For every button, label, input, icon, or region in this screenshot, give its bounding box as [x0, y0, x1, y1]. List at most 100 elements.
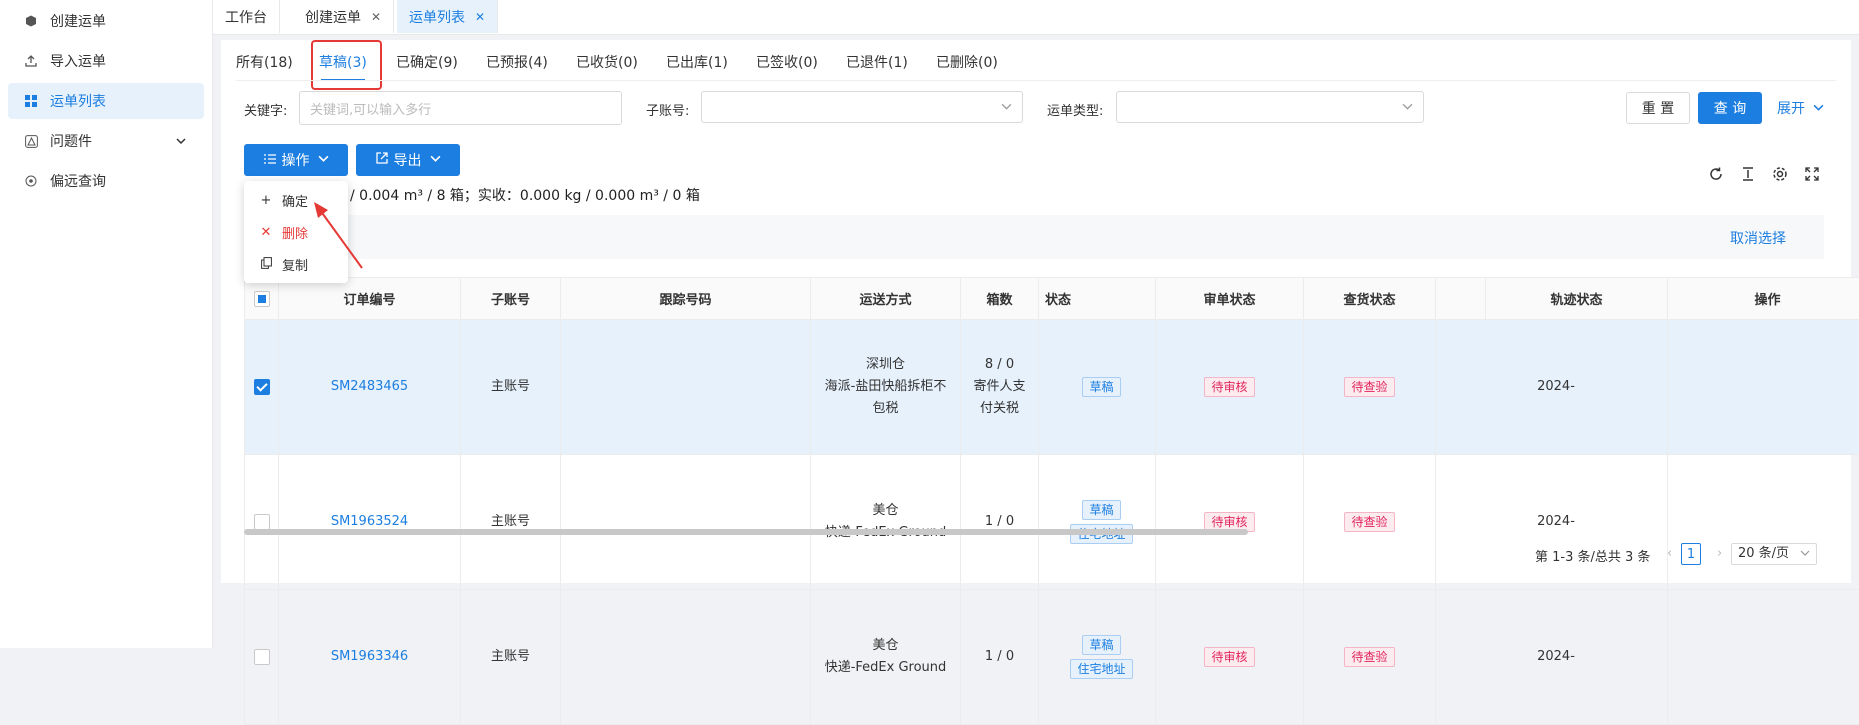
select-all-checkbox[interactable]: [254, 291, 270, 307]
order-no-cell: SM1963346: [279, 590, 461, 725]
status-tab-signed[interactable]: 已签收(0): [756, 52, 818, 72]
sidebar-item-label: 运单列表: [50, 91, 106, 111]
next-page-icon[interactable]: ›: [1717, 546, 1722, 561]
divider: [236, 80, 1836, 81]
sidebar-item-create-waybill[interactable]: 创建运单: [8, 3, 204, 39]
subaccount-select[interactable]: [701, 91, 1023, 123]
order-no-link[interactable]: SM1963346: [331, 649, 408, 664]
status-tab-deleted[interactable]: 已删除(0): [936, 52, 998, 72]
table-row[interactable]: SM1963346 主账号 美仓 快递-FedEx Ground 1 / 0 草…: [245, 590, 1859, 725]
row-checkbox[interactable]: [254, 379, 270, 395]
column-height-icon[interactable]: [1739, 165, 1757, 183]
inspect-status-badge: 待查验: [1344, 377, 1394, 397]
keyword-input[interactable]: 关键词,可以输入多行: [299, 91, 622, 125]
chevron-down-icon: [318, 152, 329, 168]
row-checkbox[interactable]: [254, 514, 270, 530]
status-badge: 草稿: [1082, 377, 1120, 397]
row-select-cell[interactable]: [245, 320, 279, 455]
operate-button[interactable]: 操作: [244, 144, 348, 176]
table-header-row: 订单编号 子账号 跟踪号码 运送方式 箱数 状态 审单状态 查货状态 轨迹状态 …: [245, 278, 1859, 320]
page-size-value: 20 条/页: [1738, 546, 1789, 561]
sidebar-item-label: 创建运单: [50, 11, 106, 31]
tab-create-waybill[interactable]: 创建运单 ✕: [293, 0, 394, 33]
fullscreen-icon[interactable]: [1803, 165, 1821, 183]
list-icon: [24, 94, 38, 108]
column-header[interactable]: 运送方式: [811, 278, 961, 320]
column-header[interactable]: 轨迹状态: [1486, 278, 1668, 320]
order-no-link[interactable]: SM1963524: [331, 514, 408, 529]
chevron-down-icon: [1813, 101, 1824, 117]
sidebar-item-import-waybill[interactable]: 导入运单: [8, 43, 204, 79]
column-header[interactable]: 查货状态: [1304, 278, 1436, 320]
column-header[interactable]: 状态: [1039, 278, 1156, 320]
tracking-no-cell: [561, 590, 811, 725]
select-all-cell[interactable]: [245, 278, 279, 320]
shipping-line: 快递-FedEx Ground: [812, 657, 959, 679]
prev-page-icon[interactable]: ‹: [1667, 546, 1672, 561]
review-status-cell: 待审核: [1156, 590, 1304, 725]
order-no-cell: SM1963524: [279, 455, 461, 590]
page-size-select[interactable]: 20 条/页: [1731, 543, 1817, 565]
column-header: [1436, 278, 1486, 320]
refresh-icon[interactable]: [1707, 165, 1725, 183]
sidebar-item-problem-parcel[interactable]: 问题件: [8, 123, 204, 159]
expand-link[interactable]: 展开: [1777, 98, 1824, 118]
horizontal-scrollbar[interactable]: [244, 529, 1248, 535]
track-status-cell: [1668, 590, 1859, 725]
table-row[interactable]: SM2483465 主账号 深圳仓 海派-盐田快船拆柜不 包税 8 / 0 寄件…: [245, 320, 1859, 455]
column-header[interactable]: 子账号: [461, 278, 561, 320]
date-cell: 2024-: [1436, 590, 1668, 725]
status-tab-forecast[interactable]: 已预报(4): [486, 52, 548, 72]
close-icon[interactable]: ✕: [475, 10, 485, 24]
operate-label: 操作: [282, 150, 310, 170]
column-header[interactable]: 箱数: [961, 278, 1039, 320]
chevron-down-icon: [176, 134, 186, 150]
row-select-cell[interactable]: [245, 590, 279, 725]
reset-button[interactable]: 重 置: [1626, 92, 1690, 124]
status-tab-all[interactable]: 所有(18): [236, 52, 293, 72]
order-no-cell: SM2483465: [279, 320, 461, 455]
tab-label: 运单列表: [409, 7, 465, 27]
row-checkbox[interactable]: [254, 649, 270, 665]
inspect-status-cell: 待查验: [1304, 590, 1436, 725]
waybill-type-select[interactable]: [1116, 91, 1424, 123]
tracking-no-cell: [561, 320, 811, 455]
settings-icon[interactable]: [1771, 165, 1789, 183]
page-number[interactable]: 1: [1681, 543, 1701, 565]
column-header[interactable]: 审单状态: [1156, 278, 1304, 320]
inspect-status-cell: 待查验: [1304, 455, 1436, 590]
shipping-method-cell: 美仓 快递-FedEx Ground: [811, 455, 961, 590]
row-select-cell[interactable]: [245, 455, 279, 590]
tab-waybill-list[interactable]: 运单列表 ✕: [397, 0, 498, 33]
close-icon[interactable]: ✕: [371, 10, 381, 24]
boxes-line: 付关税: [962, 398, 1037, 420]
chevron-down-icon: [1402, 101, 1413, 116]
tab-workbench[interactable]: 工作台: [213, 0, 280, 33]
target-icon: [24, 174, 38, 188]
column-header[interactable]: 跟踪号码: [561, 278, 811, 320]
query-button[interactable]: 查 询: [1698, 92, 1762, 124]
status-tab-outbound[interactable]: 已出库(1): [666, 52, 728, 72]
cancel-selection-link[interactable]: 取消选择: [1730, 228, 1786, 248]
sidebar-item-label: 问题件: [50, 131, 92, 151]
export-icon: [376, 152, 388, 168]
table-row[interactable]: SM1963524 主账号 美仓 快递-FedEx Ground 1 / 0 草…: [245, 455, 1859, 590]
column-header[interactable]: 订单编号: [279, 278, 461, 320]
sub-account-cell: 主账号: [461, 455, 561, 590]
pagination-summary: 第 1-3 条/总共 3 条: [1535, 546, 1650, 565]
boxes-line: 1 / 0: [962, 646, 1037, 668]
order-no-link[interactable]: SM2483465: [331, 379, 408, 394]
export-label: 导出: [394, 150, 422, 170]
sidebar-item-remote-query[interactable]: 偏远查询: [8, 163, 204, 199]
export-button[interactable]: 导出: [356, 144, 460, 176]
date-cell: 2024-: [1436, 320, 1668, 455]
inspect-status-badge: 待查验: [1344, 647, 1394, 667]
sidebar-item-label: 导入运单: [50, 51, 106, 71]
shipping-line: 美仓: [812, 635, 959, 657]
sidebar-item-waybill-list[interactable]: 运单列表: [8, 83, 204, 119]
status-badge: 住宅地址: [1070, 659, 1132, 679]
status-tab-confirmed[interactable]: 已确定(9): [396, 52, 458, 72]
shipping-line: 海派-盐田快船拆柜不: [812, 376, 959, 398]
status-tab-received[interactable]: 已收货(0): [576, 52, 638, 72]
status-tab-returned[interactable]: 已退件(1): [846, 52, 908, 72]
